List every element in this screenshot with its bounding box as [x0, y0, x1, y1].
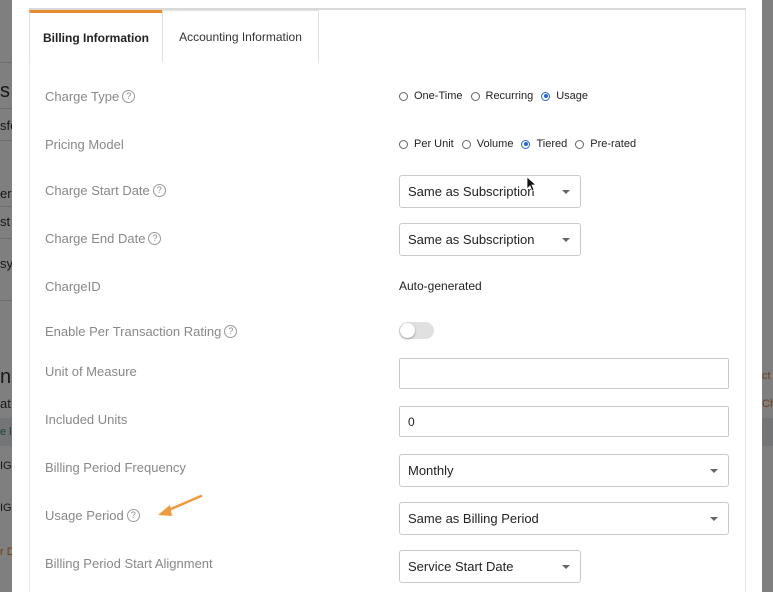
radio-icon[interactable]	[461, 139, 471, 149]
charge-start-date-label: Charge Start Date ?	[45, 183, 166, 198]
included-units-input[interactable]: 0	[399, 406, 729, 437]
help-icon[interactable]: ?	[126, 509, 140, 522]
panel-border	[745, 10, 746, 592]
charge-start-date-label-text: Charge Start Date	[45, 183, 150, 198]
tab-accounting-information[interactable]: Accounting Information	[162, 10, 319, 62]
select-value: Same as Subscription	[408, 232, 535, 247]
billing-period-start-alignment-label-text: Billing Period Start Alignment	[45, 556, 213, 571]
caret-down-icon	[562, 238, 570, 242]
per-transaction-rating-toggle[interactable]	[399, 322, 434, 339]
radio-pre-rated[interactable]: Pre-rated	[575, 138, 636, 150]
select-value: Service Start Date	[408, 559, 514, 574]
per-transaction-rating-label-text: Enable Per Transaction Rating	[45, 324, 222, 339]
pricing-model-label: Pricing Model	[45, 137, 124, 152]
radio-recurring[interactable]: Recurring	[470, 90, 534, 102]
radio-icon[interactable]	[399, 139, 408, 149]
radio-label: Pre-rated	[590, 138, 637, 150]
select-value: Same as Subscription	[408, 184, 535, 199]
billing-period-frequency-label: Billing Period Frequency	[45, 460, 186, 475]
billing-period-start-alignment-select[interactable]: Service Start Date	[399, 550, 581, 583]
caret-down-icon	[562, 190, 570, 194]
billing-period-frequency-label-text: Billing Period Frequency	[45, 460, 186, 475]
usage-period-select[interactable]: Same as Billing Period	[399, 502, 729, 535]
billing-period-start-alignment-label: Billing Period Start Alignment	[45, 556, 213, 571]
charge-id-label: ChargeID	[45, 279, 101, 294]
help-icon[interactable]: ?	[224, 325, 238, 338]
help-icon[interactable]: ?	[148, 232, 162, 245]
charge-start-date-select[interactable]: Same as Subscription	[399, 175, 581, 208]
caret-down-icon	[710, 517, 718, 521]
billing-period-frequency-select[interactable]: Monthly	[399, 454, 729, 487]
charge-end-date-label: Charge End Date ?	[45, 231, 162, 246]
charge-type-radio-group: One-Time Recurring Usage	[399, 90, 596, 102]
radio-checked-icon[interactable]	[521, 139, 531, 149]
radio-label: One-Time	[414, 90, 463, 102]
panel-border	[29, 62, 30, 592]
unit-of-measure-label-text: Unit of Measure	[45, 364, 137, 379]
radio-volume[interactable]: Volume	[461, 138, 514, 150]
select-value: Monthly	[408, 463, 454, 478]
radio-icon[interactable]	[399, 91, 408, 101]
radio-label: Recurring	[485, 90, 534, 102]
help-icon[interactable]: ?	[122, 90, 136, 103]
select-value: Same as Billing Period	[408, 511, 539, 526]
radio-per-unit[interactable]: Per Unit	[399, 138, 454, 150]
included-units-label-text: Included Units	[45, 412, 128, 427]
radio-tiered[interactable]: Tiered	[521, 138, 567, 150]
charge-id-label-text: ChargeID	[45, 279, 101, 294]
charge-type-label-text: Charge Type	[45, 89, 120, 104]
radio-usage[interactable]: Usage	[541, 90, 588, 102]
caret-down-icon	[710, 469, 718, 473]
radio-checked-icon[interactable]	[541, 91, 551, 101]
tab-billing-information[interactable]: Billing Information	[29, 10, 162, 62]
tab-bar: Billing Information Accounting Informati…	[29, 10, 746, 62]
charge-end-date-label-text: Charge End Date	[45, 231, 146, 246]
radio-one-time[interactable]: One-Time	[399, 90, 463, 102]
radio-label: Usage	[556, 90, 588, 102]
radio-label: Volume	[476, 138, 514, 150]
mouse-pointer-icon	[526, 176, 536, 192]
per-transaction-rating-label: Enable Per Transaction Rating ?	[45, 324, 238, 339]
included-units-label: Included Units	[45, 412, 127, 427]
usage-period-label-text: Usage Period	[45, 508, 124, 523]
pricing-model-label-text: Pricing Model	[45, 137, 124, 152]
unit-of-measure-input[interactable]	[399, 358, 729, 389]
charge-type-label: Charge Type ?	[45, 89, 136, 104]
caret-down-icon	[562, 565, 570, 569]
help-icon[interactable]: ?	[152, 184, 166, 197]
toggle-knob	[400, 323, 415, 338]
radio-icon[interactable]	[470, 91, 480, 101]
radio-label: Tiered	[536, 138, 568, 150]
charge-id-value: Auto-generated	[399, 279, 482, 293]
usage-period-label: Usage Period ?	[45, 508, 140, 523]
pricing-model-radio-group: Per Unit Volume Tiered Pre-rated	[399, 138, 644, 150]
charge-modal: Billing Information Accounting Informati…	[12, 0, 762, 592]
unit-of-measure-label: Unit of Measure	[45, 364, 137, 379]
radio-label: Per Unit	[414, 138, 454, 150]
radio-icon[interactable]	[575, 139, 585, 149]
charge-end-date-select[interactable]: Same as Subscription	[399, 223, 581, 256]
annotation-arrow-icon	[158, 494, 203, 516]
